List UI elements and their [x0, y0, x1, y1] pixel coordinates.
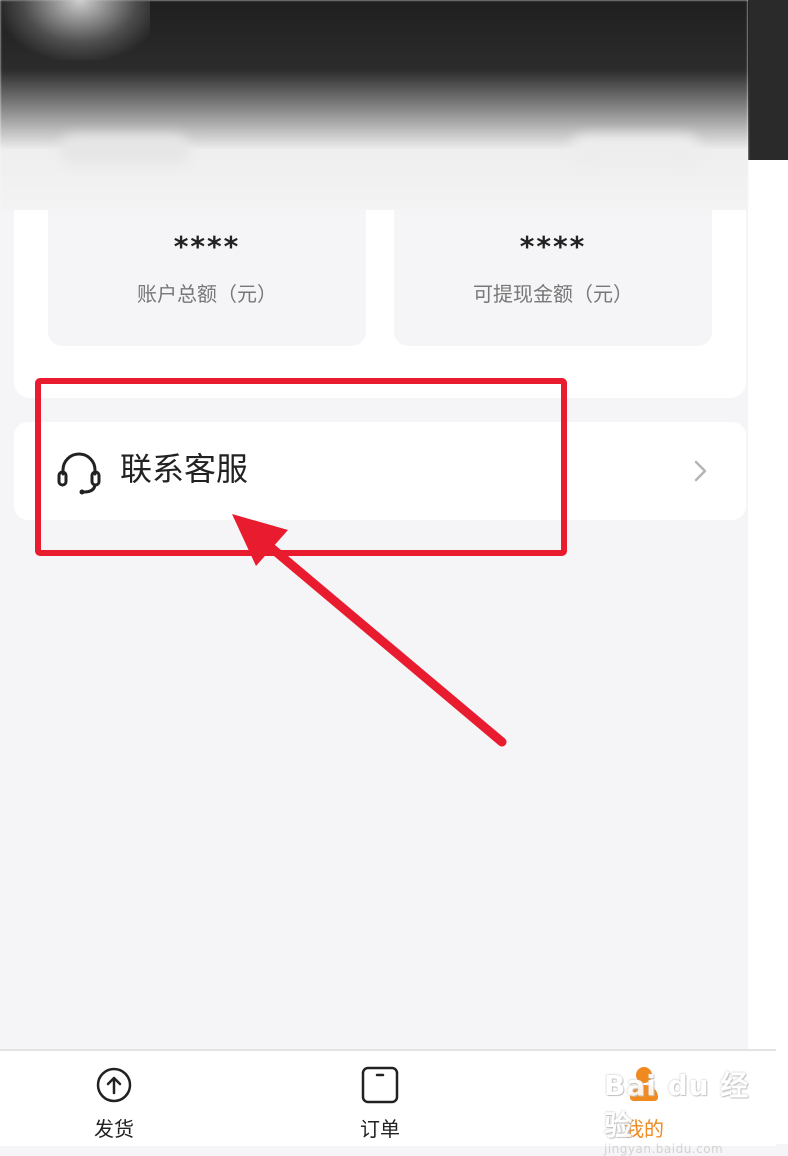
withdrawable-label: 可提现金额（元）	[473, 282, 633, 306]
annotation-highlight-box	[35, 378, 567, 556]
blurred-header-pill-left	[60, 135, 190, 165]
order-icon	[361, 1066, 399, 1104]
account-total-stat[interactable]: **** 账户总额（元）	[48, 210, 366, 346]
withdrawable-stat[interactable]: **** 可提现金额（元）	[394, 210, 712, 346]
watermark-main: Bai du 经验	[604, 1069, 750, 1142]
tab-ship-label: 发货	[94, 1117, 134, 1141]
screen-edge	[748, 0, 788, 1144]
baidu-jingyan-watermark: Bai du 经验 jingyan.baidu.com	[604, 1064, 754, 1156]
tab-orders[interactable]: 订单	[320, 1065, 440, 1145]
watermark-sub: jingyan.baidu.com	[604, 1142, 724, 1156]
tab-ship[interactable]: 发货	[54, 1065, 174, 1145]
chevron-right-icon	[694, 460, 707, 482]
withdrawable-value: ****	[519, 230, 587, 263]
account-total-value: ****	[173, 230, 241, 263]
balance-card: **** 账户总额（元） **** 可提现金额（元）	[14, 210, 746, 398]
screen-edge-dark	[748, 0, 788, 160]
blurred-header-pill-right	[570, 135, 700, 165]
blurred-avatar	[0, 0, 150, 60]
account-total-label: 账户总额（元）	[137, 282, 277, 306]
tab-orders-label: 订单	[360, 1117, 400, 1141]
upload-circle-icon	[96, 1067, 132, 1103]
